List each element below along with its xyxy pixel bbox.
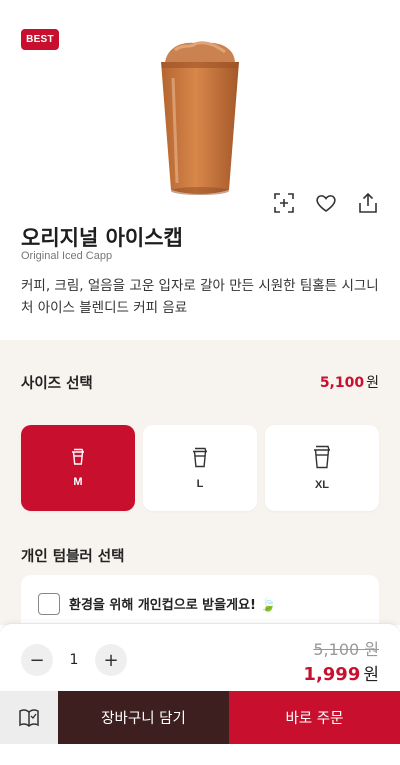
size-price-currency: 원	[366, 375, 379, 391]
tumbler-option-text: 환경을 위해 개인컵으로 받을게요!	[69, 598, 256, 613]
leaf-icon: 🍃	[259, 598, 277, 613]
size-label-xl: XL	[314, 479, 330, 491]
menu-book-button[interactable]	[0, 691, 58, 744]
minus-button[interactable]: −	[21, 644, 53, 676]
size-option-xl[interactable]: XL	[265, 425, 379, 511]
quantity-stepper: − 1 +	[21, 644, 127, 676]
original-price: 5,100 원	[313, 640, 379, 659]
size-option-l[interactable]: L	[143, 425, 257, 511]
book-icon	[19, 708, 39, 727]
best-badge: BEST	[21, 29, 59, 50]
quantity-value: 1	[69, 652, 79, 668]
plus-button[interactable]: +	[95, 644, 127, 676]
cup-icon	[314, 445, 330, 469]
size-options: M L XL	[21, 425, 379, 511]
product-title: 오리지널 아이스캡	[21, 226, 183, 250]
size-price-value: 5,100	[319, 375, 365, 391]
tumbler-option-label: 환경을 위해 개인컵으로 받을게요! 🍃	[69, 594, 276, 613]
order-now-button[interactable]: 바로 주문	[229, 691, 400, 744]
final-price-value: 1,999	[303, 664, 361, 685]
size-price: 5,100 원	[320, 372, 379, 392]
size-option-m[interactable]: M	[21, 425, 135, 511]
product-image	[161, 41, 239, 195]
tumbler-heading: 개인 텀블러 선택	[21, 549, 125, 565]
share-icon[interactable]	[357, 192, 379, 214]
product-actions	[273, 192, 379, 214]
tumbler-checkbox[interactable]	[38, 593, 60, 615]
add-to-cart-button[interactable]: 장바구니 담기	[58, 691, 229, 744]
final-price: 1,999 원	[303, 660, 379, 685]
order-actions: 장바구니 담기 바로 주문	[0, 691, 400, 744]
cup-icon	[193, 447, 207, 467]
cup-icon	[72, 448, 84, 465]
options-panel: 사이즈 선택 5,100 원 M L XL 개인 텀블러 선택 환경을 위해 개…	[0, 340, 400, 635]
size-label-l: L	[196, 477, 204, 490]
scan-icon[interactable]	[273, 192, 295, 214]
product-english-name: Original Iced Capp	[21, 250, 113, 262]
product-description: 커피, 크림, 얼음을 고운 입자로 갈아 만든 시원한 팀홀튼 시그니처 아이…	[21, 278, 379, 316]
order-bar: − 1 + 5,100 원 1,999 원 장바구니 담기 바로 주문	[0, 623, 400, 765]
size-label-m: M	[73, 476, 83, 488]
size-heading: 사이즈 선택	[21, 376, 93, 392]
heart-icon[interactable]	[315, 192, 337, 214]
final-price-currency: 원	[363, 665, 379, 685]
home-indicator-area	[0, 744, 400, 765]
